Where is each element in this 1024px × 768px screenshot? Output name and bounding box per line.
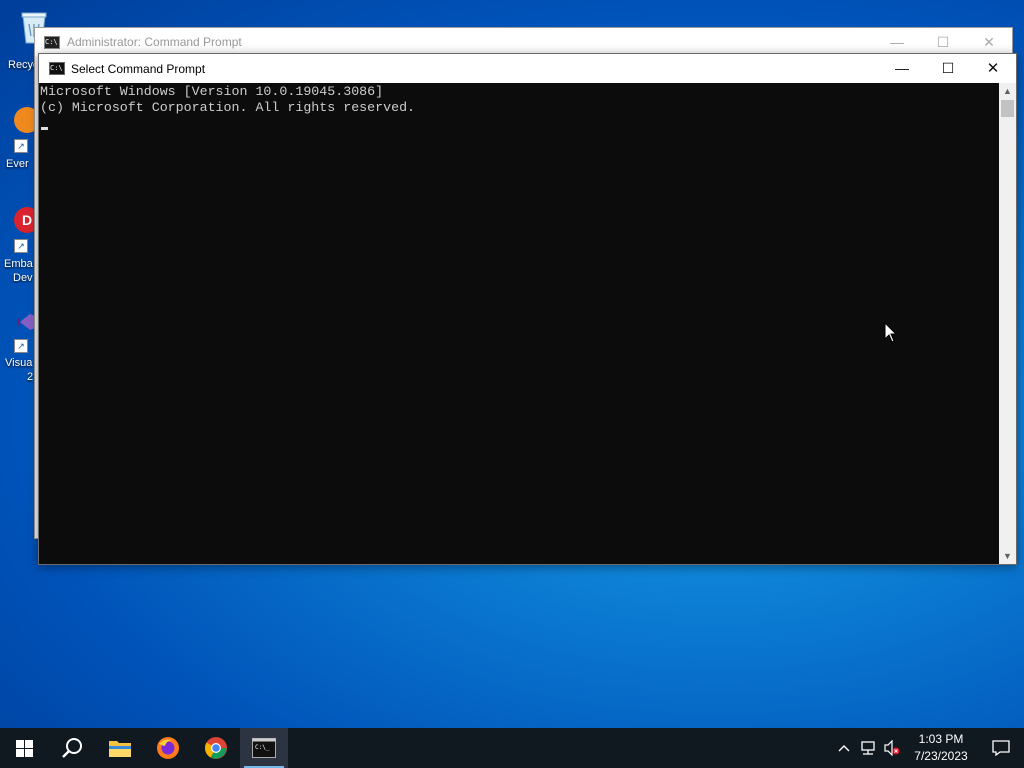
desktop-icon-label: Visua <box>5 357 33 369</box>
background-close-button[interactable]: ✕ <box>966 28 1012 56</box>
shortcut-arrow-icon: ↗ <box>14 239 28 253</box>
console-line: (c) Microsoft Corporation. All rights re… <box>40 100 416 115</box>
windows-logo-icon <box>15 739 33 757</box>
scroll-down-arrow-icon[interactable]: ▼ <box>999 548 1016 564</box>
shortcut-arrow-icon: ↗ <box>14 339 28 353</box>
start-button[interactable] <box>0 728 48 768</box>
background-window-titlebar[interactable]: C:\ Administrator: Command Prompt — ☐ ✕ <box>35 28 1012 56</box>
maximize-button[interactable]: ☐ <box>925 54 971 82</box>
taskbar-clock[interactable]: 1:03 PM 7/23/2023 <box>904 731 978 765</box>
command-prompt-window[interactable]: C:\ Select Command Prompt — ☐ ✕ Microsof… <box>38 53 1017 565</box>
background-minimize-button[interactable]: — <box>874 28 920 56</box>
clock-time: 1:03 PM <box>918 732 964 746</box>
firefox-button[interactable] <box>144 728 192 768</box>
window-titlebar[interactable]: C:\ Select Command Prompt — ☐ ✕ <box>39 54 1016 83</box>
vertical-scrollbar[interactable]: ▲ ▼ <box>999 83 1016 564</box>
taskbar: C:\_ 1:03 PM 7/23/2023 <box>0 728 1024 768</box>
console-line: Microsoft Windows [Version 10.0.19045.30… <box>40 84 384 99</box>
window-title: Select Command Prompt <box>71 61 206 76</box>
search-icon <box>62 738 82 758</box>
desktop-icon-label: Emba <box>4 258 33 270</box>
minimize-button[interactable]: — <box>879 54 925 82</box>
text-cursor <box>41 127 48 130</box>
command-prompt-icon: C:\ <box>49 62 65 75</box>
network-icon[interactable] <box>856 740 880 756</box>
chrome-button[interactable] <box>192 728 240 768</box>
background-window-title: Administrator: Command Prompt <box>67 35 242 49</box>
file-explorer-icon <box>109 741 131 757</box>
desktop-icon-label: Ever <box>6 158 29 170</box>
show-hidden-icons-chevron-icon[interactable] <box>832 744 856 752</box>
command-prompt-taskbar-button[interactable]: C:\_ <box>240 728 288 768</box>
chrome-icon <box>205 737 227 759</box>
mouse-pointer-icon <box>884 321 898 349</box>
firefox-icon <box>157 737 179 759</box>
desktop-icon-label-line2: 2 <box>27 371 34 383</box>
visual-studio-icon <box>16 313 36 331</box>
volume-muted-icon[interactable] <box>880 740 904 756</box>
close-button[interactable]: ✕ <box>970 54 1016 82</box>
command-prompt-icon: C:\_ <box>252 738 276 758</box>
console-output[interactable]: Microsoft Windows [Version 10.0.19045.30… <box>39 83 999 564</box>
search-button[interactable] <box>48 728 96 768</box>
scroll-up-arrow-icon[interactable]: ▲ <box>999 83 1016 99</box>
scrollbar-thumb[interactable] <box>1001 100 1014 117</box>
command-prompt-icon: C:\ <box>44 35 60 49</box>
svg-text:C:\_: C:\_ <box>255 744 270 751</box>
clock-date: 7/23/2023 <box>914 749 968 763</box>
notification-icon <box>992 740 1010 756</box>
background-maximize-button[interactable]: ☐ <box>920 28 966 56</box>
file-explorer-button[interactable] <box>96 728 144 768</box>
system-tray: 1:03 PM 7/23/2023 <box>832 728 1024 768</box>
shortcut-arrow-icon: ↗ <box>14 139 28 153</box>
notification-center-button[interactable] <box>978 740 1024 756</box>
desktop-icon-label-line2: Dev <box>13 272 33 284</box>
